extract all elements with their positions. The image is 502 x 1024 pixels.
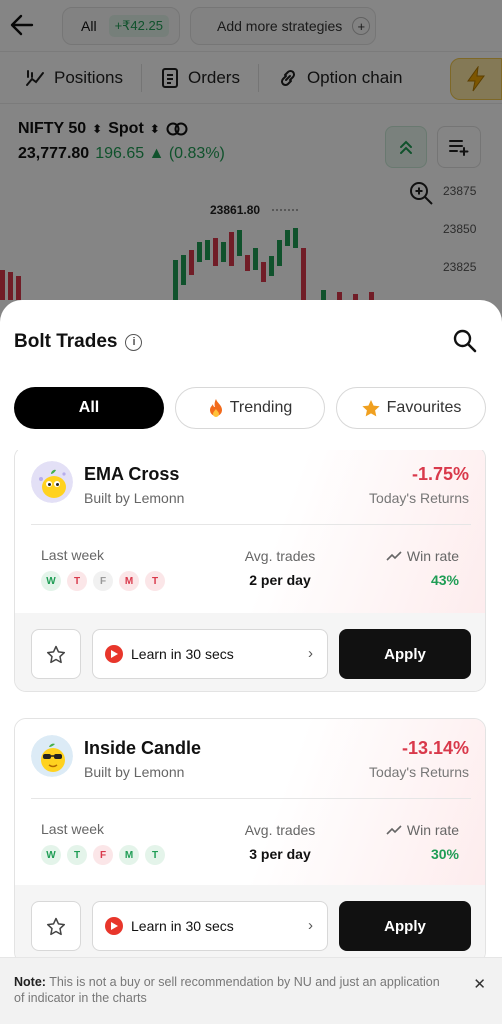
day-badge: T: [145, 571, 165, 591]
day-badge: T: [67, 845, 87, 865]
star-outline-icon: [46, 645, 66, 663]
strategy-returns: -1.75%: [411, 464, 469, 484]
strategy-author: Built by Lemonn: [84, 490, 185, 506]
win-rate-value: 43%: [430, 572, 459, 588]
card-actions: Learn in 30 secs › Apply: [15, 885, 485, 960]
trend-line-icon: [386, 825, 402, 835]
lemon-mascot-icon: [31, 735, 73, 777]
tab-favourites[interactable]: Favourites: [336, 387, 486, 429]
chevron-right-icon: ›: [308, 917, 313, 934]
learn-video-button[interactable]: Learn in 30 secs ›: [92, 629, 328, 679]
avg-trades-label: Avg. trades: [244, 822, 316, 838]
last-week-label: Last week: [41, 547, 105, 563]
learn-label: Learn in 30 secs: [131, 646, 234, 662]
note-label: Note:: [14, 975, 46, 989]
trend-line-icon: [386, 551, 402, 561]
apply-button[interactable]: Apply: [339, 629, 471, 679]
avg-trades-value: 3 per day: [249, 846, 311, 862]
day-badge: F: [93, 845, 113, 865]
win-rate-label: Win rate: [406, 548, 459, 564]
star-outline-icon: [46, 917, 66, 935]
tab-trending[interactable]: Trending: [175, 387, 325, 429]
lemon-mascot-icon: [31, 461, 73, 503]
day-badge: M: [119, 845, 139, 865]
sheet-title: Bolt Trades: [14, 331, 118, 352]
day-badge: T: [145, 845, 165, 865]
strategy-author: Built by Lemonn: [84, 764, 185, 780]
card-divider: [31, 798, 471, 799]
learn-video-button[interactable]: Learn in 30 secs ›: [92, 901, 328, 951]
last-week-label: Last week: [41, 821, 105, 837]
win-rate-label-row: Win rate: [386, 548, 459, 564]
last-week-days: W T F M T: [41, 571, 165, 591]
day-badge: W: [41, 571, 61, 591]
day-badge: M: [119, 571, 139, 591]
card-actions: Learn in 30 secs › Apply: [15, 613, 485, 691]
tab-trending-label: Trending: [229, 399, 293, 416]
close-icon[interactable]: ✕: [473, 977, 486, 993]
card-divider: [31, 524, 471, 525]
strategy-name: EMA Cross: [84, 464, 180, 484]
strategy-card[interactable]: EMA Cross Built by Lemonn -1.75% Today's…: [14, 450, 486, 692]
strategy-returns: -13.14%: [401, 738, 469, 758]
avg-trades-value: 2 per day: [249, 572, 311, 588]
strategy-name: Inside Candle: [84, 738, 202, 758]
play-icon: [105, 645, 123, 663]
chevron-right-icon: ›: [308, 645, 313, 662]
filter-tabs: All Trending Favourites: [14, 387, 488, 429]
avatar: [31, 461, 73, 503]
disclaimer-note: Note: This is not a buy or sell recommen…: [0, 957, 502, 1024]
play-icon: [105, 917, 123, 935]
star-filled-icon: [362, 399, 380, 416]
info-icon[interactable]: i: [125, 333, 143, 351]
sheet-title-row: Bolt Trades i: [14, 331, 143, 353]
bolt-trades-sheet: Bolt Trades i All Trending Favourites EM…: [0, 300, 502, 1024]
favourite-button[interactable]: [31, 629, 81, 679]
tab-favourites-label: Favourites: [386, 399, 462, 416]
win-rate-label-row: Win rate: [386, 822, 459, 838]
win-rate-label: Win rate: [406, 822, 459, 838]
day-badge: T: [67, 571, 87, 591]
last-week-days: W T F M T: [41, 845, 165, 865]
avg-trades-label: Avg. trades: [244, 548, 316, 564]
search-icon: [453, 329, 477, 353]
strategy-list: EMA Cross Built by Lemonn -1.75% Today's…: [0, 450, 502, 960]
learn-label: Learn in 30 secs: [131, 918, 234, 934]
apply-button[interactable]: Apply: [339, 901, 471, 951]
fire-icon: [209, 399, 222, 417]
strategy-card[interactable]: Inside Candle Built by Lemonn -13.14% To…: [14, 718, 486, 960]
day-badge: W: [41, 845, 61, 865]
strategy-returns-label: Today's Returns: [369, 490, 469, 506]
win-rate-value: 30%: [430, 846, 459, 862]
day-badge: F: [93, 571, 113, 591]
tab-all[interactable]: All: [14, 387, 164, 429]
note-text: This is not a buy or sell recommendation…: [14, 975, 440, 1005]
tab-all-label: All: [78, 399, 100, 416]
avatar: [31, 735, 73, 777]
search-button[interactable]: [452, 328, 478, 354]
favourite-button[interactable]: [31, 901, 81, 951]
strategy-returns-label: Today's Returns: [369, 764, 469, 780]
